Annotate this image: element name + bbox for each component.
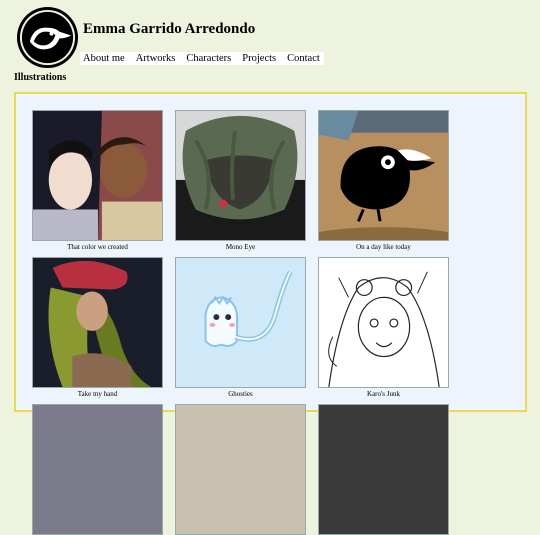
crow-logo-icon[interactable] <box>16 6 79 69</box>
illustration-thumbnail[interactable] <box>318 257 449 388</box>
illustration-thumbnail[interactable] <box>175 404 306 535</box>
illustration-caption: Take my hand <box>77 390 118 398</box>
illustration-thumbnail[interactable] <box>32 404 163 535</box>
nav-characters[interactable]: Characters <box>186 52 231 65</box>
illustration-caption: That color we created <box>67 243 128 251</box>
nav-about-me[interactable]: About me <box>83 52 125 65</box>
illustration-caption: On a day like today <box>356 243 411 251</box>
gallery-card[interactable]: That color we created <box>32 110 163 252</box>
illustration-caption: Mono Eye <box>225 243 256 251</box>
nav-contact[interactable]: Contact <box>287 52 320 65</box>
gallery-card[interactable]: Mono Eye <box>175 110 306 252</box>
gallery-card[interactable] <box>318 404 449 535</box>
illustration-thumbnail[interactable] <box>318 404 449 535</box>
gallery-card[interactable]: Ghosties <box>175 257 306 399</box>
illustration-thumbnail[interactable] <box>175 257 306 388</box>
illustration-gallery: That color we created Mono Eye On a day … <box>14 92 527 535</box>
gallery-card[interactable] <box>175 404 306 535</box>
main-nav: About me Artworks Characters Projects Co… <box>80 52 324 65</box>
illustration-thumbnail[interactable] <box>32 110 163 241</box>
gallery-card[interactable] <box>32 404 163 535</box>
illustration-thumbnail[interactable] <box>32 257 163 388</box>
illustration-caption: Ghosties <box>228 390 253 398</box>
illustration-caption: Karo's Junk <box>367 390 400 398</box>
nav-artworks[interactable]: Artworks <box>136 52 176 65</box>
illustration-thumbnail[interactable] <box>318 110 449 241</box>
section-heading: Illustrations <box>14 72 67 83</box>
site-title: Emma Garrido Arredondo <box>83 21 256 37</box>
gallery-card[interactable]: Take my hand <box>32 257 163 399</box>
gallery-card[interactable]: Karo's Junk <box>318 257 449 399</box>
nav-projects[interactable]: Projects <box>242 52 276 65</box>
gallery-card[interactable]: On a day like today <box>318 110 449 252</box>
illustration-thumbnail[interactable] <box>175 110 306 241</box>
